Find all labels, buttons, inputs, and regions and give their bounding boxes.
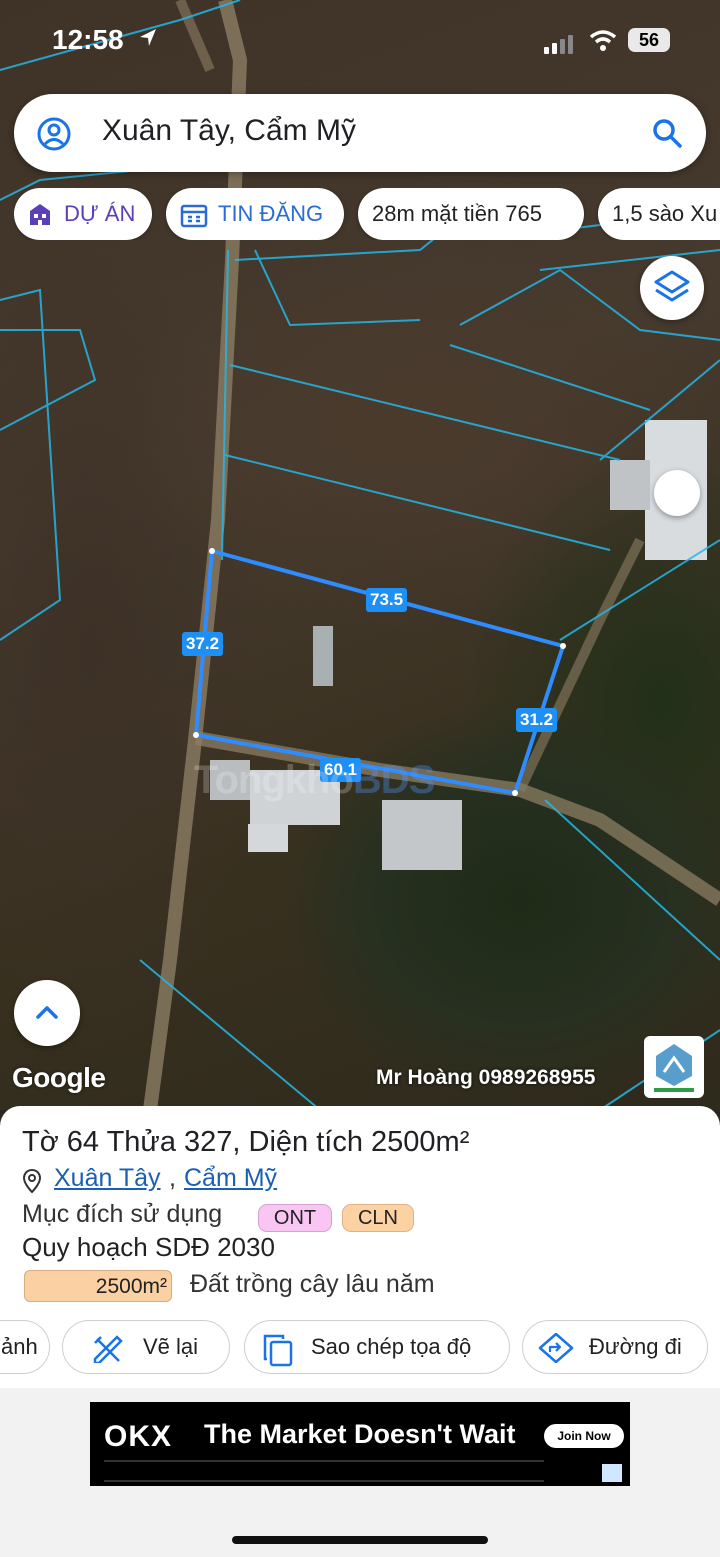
layers-icon — [654, 270, 690, 302]
land-type: Đất trồng cây lâu năm — [190, 1270, 435, 1298]
directions-icon — [538, 1333, 574, 1363]
parcel-edge-label-top: 73.5 — [366, 588, 408, 612]
google-attribution: Google — [12, 1062, 106, 1093]
parcel-title: Tờ 64 Thửa 327, Diện tích 2500m² — [22, 1126, 470, 1158]
battery-indicator: 56 — [628, 28, 670, 52]
parcel-edge-label-right: 31.2 — [516, 708, 558, 732]
copy-icon — [263, 1334, 293, 1367]
land-use-tag-ont: ONT — [258, 1204, 332, 1232]
building-icon — [30, 204, 50, 225]
directions-button[interactable]: Đường đi — [522, 1320, 708, 1374]
wifi-icon — [589, 30, 617, 51]
account-icon[interactable] — [36, 116, 72, 152]
location-link-district[interactable]: Cẩm Mỹ — [184, 1164, 277, 1193]
location-pin-icon — [22, 1168, 42, 1194]
status-bar: 12:58 56 — [0, 22, 720, 62]
filter-chips: DỰ ÁN TIN ĐĂNG 28m mặt tiền 765 1,5 sào … — [14, 188, 720, 240]
layers-button[interactable] — [640, 256, 704, 320]
parcel-edge-label-left: 37.2 — [182, 632, 224, 656]
chip-projects[interactable]: DỰ ÁN — [14, 188, 152, 240]
ad-fine-print — [104, 1460, 544, 1482]
ad-banner[interactable]: OKX The Market Doesn't Wait Join Now — [90, 1402, 630, 1486]
copy-coordinates-button[interactable]: Sao chép tọa độ — [244, 1320, 510, 1374]
watermark: TongkhoBDS — [194, 758, 435, 802]
map-handle[interactable] — [654, 470, 700, 516]
status-time: 12:58 — [52, 24, 124, 55]
ad-brand-logo: OKX — [104, 1420, 173, 1453]
redraw-button[interactable]: Vẽ lại — [62, 1320, 230, 1374]
draw-tool-icon — [93, 1335, 123, 1363]
contact-text: Mr Hoàng 0989268955 — [376, 1066, 596, 1089]
location-arrow-icon — [140, 29, 156, 46]
company-logo — [644, 1036, 704, 1098]
chip-frontage[interactable]: 28m mặt tiền 765 — [358, 188, 584, 240]
home-indicator[interactable] — [232, 1536, 488, 1544]
location-link-commune[interactable]: Xuân Tây — [54, 1164, 161, 1193]
land-use-purpose-label: Mục đích sử dụng — [22, 1200, 223, 1228]
search-query[interactable]: Xuân Tây, Cẩm Mỹ — [102, 114, 356, 148]
ad-area: OKX The Market Doesn't Wait Join Now — [0, 1388, 720, 1557]
search-bar[interactable]: Xuân Tây, Cẩm Mỹ — [14, 94, 706, 172]
chevron-up-icon — [36, 1006, 58, 1019]
logo-icon — [654, 1044, 694, 1092]
land-use-tag-cln: CLN — [342, 1204, 414, 1232]
chip-listings[interactable]: TIN ĐĂNG — [166, 188, 344, 240]
planning-label: Quy hoạch SDĐ 2030 — [22, 1232, 275, 1262]
ad-join-button[interactable]: Join Now — [544, 1424, 624, 1448]
expand-button[interactable] — [14, 980, 80, 1046]
calendar-icon — [180, 204, 208, 228]
photo-button[interactable]: ảnh — [0, 1320, 50, 1374]
search-icon[interactable] — [650, 116, 684, 150]
ad-slogan: The Market Doesn't Wait — [204, 1419, 516, 1449]
chip-area[interactable]: 1,5 sào Xu — [598, 188, 720, 240]
area-value: 2500m² — [24, 1270, 172, 1302]
location-separator: , — [169, 1164, 176, 1192]
adchoices-icon[interactable] — [602, 1464, 622, 1482]
signal-icon — [544, 35, 573, 54]
action-buttons: ảnh Vẽ lại Sao chép tọa độ Đường đi — [0, 1320, 720, 1374]
